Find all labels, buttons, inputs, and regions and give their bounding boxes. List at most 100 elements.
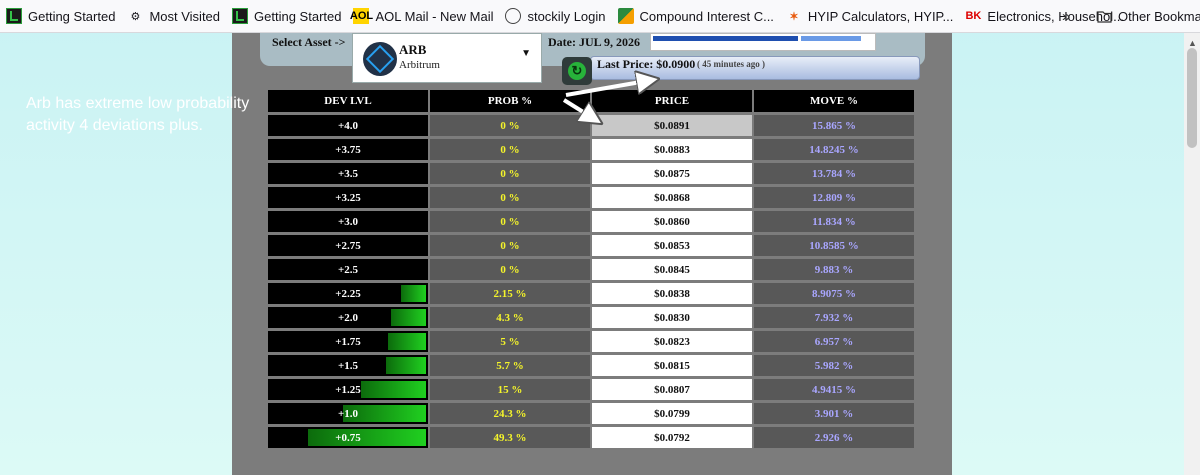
dev-level-cell: +3.5 — [268, 163, 428, 184]
asset-symbol: ARB — [399, 42, 427, 57]
table-row: +2.75 0 % $0.0853 10.8585 % — [268, 235, 914, 256]
prob-cell-text: 15 % — [497, 383, 523, 396]
prob-cell: 2.15 % — [430, 283, 590, 304]
price-cell-text: $0.0868 — [654, 191, 690, 204]
bk-icon: BK — [965, 10, 982, 22]
bookmark-label: HYIP Calculators, HYIP... — [807, 8, 954, 24]
refresh-button[interactable]: ↻ — [562, 57, 592, 85]
price-cell: $0.0891 — [592, 115, 752, 136]
dev-level-cell: +2.75 — [268, 235, 428, 256]
price-cell: $0.0838 — [592, 283, 752, 304]
chevron-down-icon: ▼ — [521, 48, 531, 59]
bookmark-stockily[interactable]: stockily Login — [499, 0, 611, 33]
dev-level-cell-text: +1.5 — [337, 359, 359, 372]
move-cell: 11.834 % — [754, 211, 914, 232]
price-cell: $0.0799 — [592, 403, 752, 424]
date-label: Date: JUL 9, 2026 — [548, 35, 640, 49]
deviation-table: DEV LVL PROB % PRICE MOVE % +4.0 0 % $0.08… — [266, 87, 916, 451]
prob-cell: 24.3 % — [430, 403, 590, 424]
bookmark-getting-started[interactable]: Getting Started — [0, 0, 121, 33]
dev-level-cell-text: +3.25 — [335, 191, 361, 204]
prob-cell: 4.3 % — [430, 307, 590, 328]
move-cell: 4.9415 % — [754, 379, 914, 400]
bookmark-label: Getting Started — [28, 8, 116, 24]
table-row: +2.25 2.15 % $0.0838 8.9075 % — [268, 283, 914, 304]
getting-started-icon — [232, 8, 249, 24]
header-move: MOVE % — [754, 90, 914, 112]
table-row: +4.0 0 % $0.0891 15.865 % — [268, 115, 914, 136]
bookmark-hyip[interactable]: ✶ HYIP Calculators, HYIP... — [780, 0, 959, 33]
select-asset-label: Select Asset -> — [272, 35, 346, 49]
move-cell-text: 7.932 % — [814, 311, 854, 324]
probability-bar — [391, 309, 426, 326]
move-cell-text: 9.883 % — [814, 263, 854, 276]
scroll-up-arrow-icon[interactable]: ▲ — [1188, 38, 1197, 48]
getting-started-icon — [6, 8, 22, 24]
probability-bar — [385, 357, 426, 374]
dev-level-cell-text: +2.5 — [337, 263, 359, 276]
prob-cell-text: 0 % — [500, 143, 520, 156]
price-cell: $0.0792 — [592, 427, 752, 448]
probability-bar — [401, 285, 426, 302]
table-row: +1.25 15 % $0.0807 4.9415 % — [268, 379, 914, 400]
bookmarks-toolbar: Getting Started ⚙ Most Visited Getting S… — [0, 0, 1200, 33]
move-cell-text: 15.865 % — [812, 119, 856, 132]
price-cell: $0.0875 — [592, 163, 752, 184]
dev-level-cell-text: +2.75 — [335, 239, 361, 252]
prob-cell-text: 5 % — [500, 335, 520, 348]
probability-bar — [388, 333, 426, 350]
move-cell-text: 6.957 % — [814, 335, 854, 348]
prob-cell: 0 % — [430, 139, 590, 160]
table-row: +3.5 0 % $0.0875 13.784 % — [268, 163, 914, 184]
price-cell: $0.0868 — [592, 187, 752, 208]
dev-level-cell: +2.25 — [268, 283, 428, 304]
probability-bar — [308, 429, 426, 446]
price-cell-text: $0.0807 — [654, 383, 690, 396]
ad-banner[interactable] — [650, 33, 876, 51]
last-price: Last Price: $0.0900 — [597, 57, 696, 71]
price-cell: $0.0807 — [592, 379, 752, 400]
prob-cell-text: 0 % — [500, 215, 520, 228]
price-cell-text: $0.0891 — [654, 119, 690, 132]
dev-level-cell: +1.25 — [268, 379, 428, 400]
dev-level-cell-text: +1.75 — [335, 335, 361, 348]
bookmark-most-visited[interactable]: ⚙ Most Visited — [121, 0, 226, 33]
prob-cell-text: 0 % — [500, 167, 520, 180]
dev-level-cell: +1.75 — [268, 331, 428, 352]
dev-level-cell: +4.0 — [268, 115, 428, 136]
arbitrum-logo-icon — [363, 42, 397, 76]
other-bookmarks[interactable]: Other Bookmarks — [1090, 0, 1200, 33]
move-cell-text: 11.834 % — [812, 215, 856, 228]
compound-icon — [617, 8, 634, 24]
prob-cell-text: 0 % — [500, 263, 520, 276]
move-cell: 6.957 % — [754, 331, 914, 352]
scrollbar-thumb[interactable] — [1187, 48, 1197, 148]
prob-cell: 0 % — [430, 163, 590, 184]
prob-cell: 0 % — [430, 211, 590, 232]
prob-cell-text: 4.3 % — [496, 311, 524, 324]
move-cell: 3.901 % — [754, 403, 914, 424]
bookmark-label: Getting Started — [254, 8, 342, 24]
bookmark-aol-mail[interactable]: AOL AOL Mail - New Mail — [347, 0, 499, 33]
bookmark-compound-interest[interactable]: Compound Interest C... — [612, 0, 780, 33]
chevron-more-icon[interactable]: » — [1062, 8, 1070, 25]
hyip-icon: ✶ — [789, 10, 799, 23]
move-cell-text: 10.8585 % — [809, 239, 859, 252]
dev-level-cell-text: +4.0 — [337, 119, 359, 132]
last-updated: ( 45 minutes ago ) — [697, 59, 765, 69]
dev-level-cell: +3.0 — [268, 211, 428, 232]
bookmark-getting-started-2[interactable]: Getting Started — [226, 0, 347, 33]
dev-level-cell: +3.25 — [268, 187, 428, 208]
price-cell-text: $0.0799 — [654, 407, 690, 420]
prob-cell: 0 % — [430, 259, 590, 280]
dev-level-cell-text: +2.25 — [335, 287, 361, 300]
dev-level-cell-text: +3.75 — [335, 143, 361, 156]
dev-level-cell-text: +3.0 — [337, 215, 359, 228]
prob-cell-text: 49.3 % — [493, 431, 527, 444]
asset-name: Arbitrum — [399, 59, 440, 71]
price-cell-text: $0.0830 — [654, 311, 690, 324]
refresh-icon: ↻ — [568, 62, 586, 80]
prob-cell-text: 2.15 % — [493, 287, 527, 300]
asset-select[interactable]: ARB Arbitrum ▼ — [352, 33, 542, 83]
dev-level-cell-text: +1.25 — [335, 383, 361, 396]
